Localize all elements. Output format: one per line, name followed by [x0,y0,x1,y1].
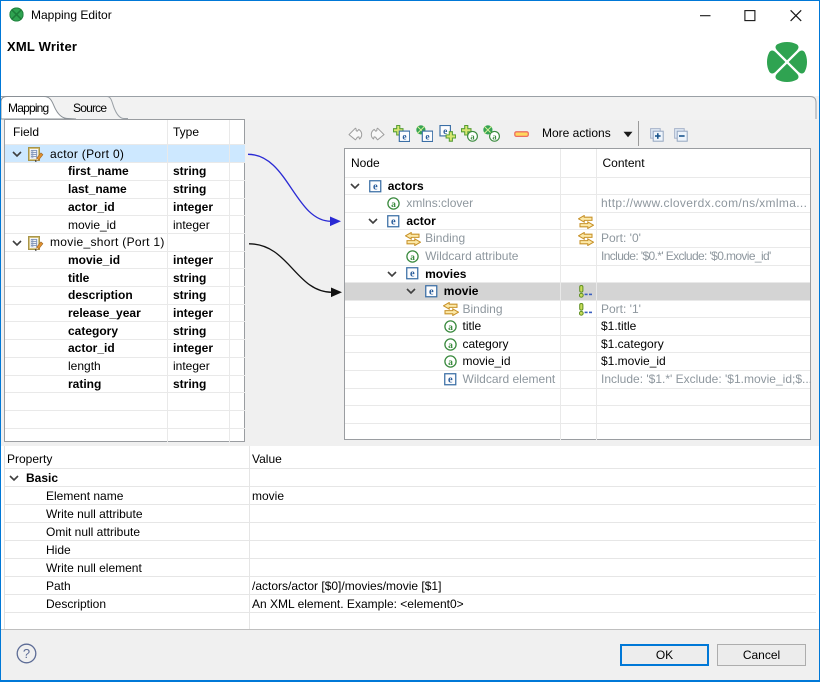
svg-text:a: a [448,340,453,350]
svg-text:a: a [448,323,453,333]
svg-text:e: e [373,181,378,192]
svg-text:e: e [391,216,396,227]
svg-text:e: e [410,269,415,280]
svg-text:e: e [447,374,452,385]
svg-text:?: ? [23,646,30,661]
svg-text:a: a [448,358,453,368]
svg-text:a: a [492,132,497,142]
svg-text:e: e [402,133,406,143]
svg-text:a: a [392,200,397,210]
svg-text:e: e [429,287,434,298]
svg-text:a: a [410,253,415,263]
svg-text:e: e [425,133,429,143]
svg-text:a: a [470,132,475,142]
